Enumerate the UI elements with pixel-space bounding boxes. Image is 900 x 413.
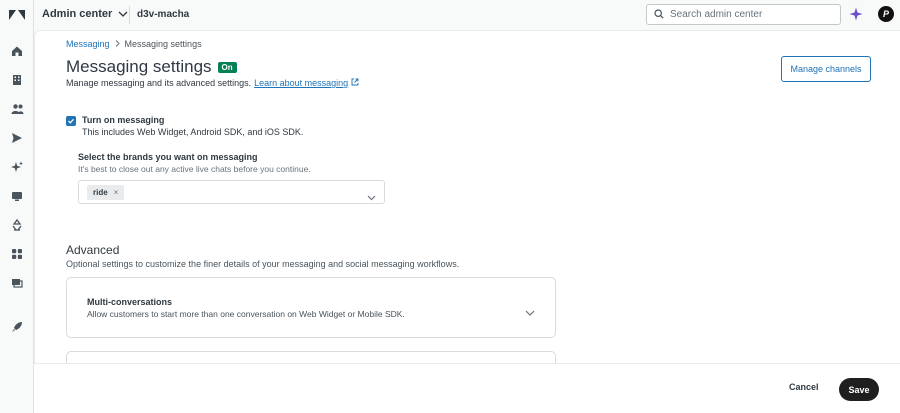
chevron-down-icon[interactable]: [367, 188, 376, 201]
sidebar: [0, 0, 34, 413]
send-icon[interactable]: [10, 131, 24, 145]
brands-hint: It's best to close out any active live c…: [78, 164, 311, 174]
chevron-right-icon: [115, 39, 120, 49]
monitor-icon[interactable]: [10, 189, 24, 203]
external-link-icon: [351, 78, 359, 88]
product-label: Admin center: [42, 8, 113, 20]
rocket-icon[interactable]: [10, 320, 24, 334]
account-name: d3v-macha: [137, 9, 190, 20]
turn-on-messaging-checkbox[interactable]: [66, 116, 76, 126]
breadcrumb: Messaging Messaging settings: [66, 39, 202, 49]
status-badge: On: [217, 61, 237, 73]
search-box[interactable]: [646, 4, 841, 25]
brand-multiselect[interactable]: ride ×: [78, 180, 385, 204]
recycle-icon[interactable]: [10, 218, 24, 232]
brands-label: Select the brands you want on messaging: [78, 152, 258, 162]
advanced-section-title: Advanced: [66, 243, 120, 257]
search-icon: [654, 6, 664, 24]
top-bar: Admin center d3v-macha P: [34, 0, 900, 30]
avatar-initial: P: [882, 9, 889, 19]
turn-on-messaging-hint: This includes Web Widget, Android SDK, a…: [82, 127, 304, 137]
breadcrumb-messaging-link[interactable]: Messaging: [66, 39, 110, 49]
home-icon[interactable]: [10, 44, 24, 58]
advanced-section-hint: Optional settings to customize the finer…: [66, 259, 460, 269]
manage-channels-button[interactable]: Manage channels: [781, 56, 871, 82]
apps-grid-icon[interactable]: [10, 247, 24, 261]
chevron-down-icon: [118, 8, 128, 20]
turn-on-messaging-checkbox-row[interactable]: Turn on messaging: [66, 115, 164, 126]
search-input[interactable]: [670, 9, 830, 20]
turn-on-messaging-label: Turn on messaging: [82, 115, 165, 125]
footer-bar: Cancel Save: [34, 363, 900, 413]
collapsed-settings-card[interactable]: [66, 351, 556, 363]
building-icon[interactable]: [10, 73, 24, 87]
multi-conversations-card[interactable]: Multi-conversations Allow customers to s…: [66, 277, 556, 338]
ai-sparkle-icon[interactable]: [849, 7, 863, 21]
brand-tag: ride ×: [87, 185, 125, 200]
avatar[interactable]: P: [878, 6, 894, 22]
page-title: Messaging settings: [66, 57, 212, 76]
subtitle-text: Manage messaging and its advanced settin…: [66, 78, 252, 88]
main-panel: Messaging Messaging settings Messaging s…: [34, 30, 900, 363]
brand-tag-label: ride: [93, 188, 108, 197]
cancel-button[interactable]: Cancel: [789, 382, 819, 392]
breadcrumb-current: Messaging settings: [124, 39, 202, 49]
learn-about-messaging-link[interactable]: Learn about messaging: [254, 78, 348, 88]
workspace-icon[interactable]: [10, 276, 24, 290]
product-switcher[interactable]: Admin center: [42, 8, 128, 20]
divider: [129, 6, 130, 24]
people-icon[interactable]: [10, 102, 24, 116]
remove-brand-icon[interactable]: ×: [114, 188, 119, 197]
card-description: Allow customers to start more than one c…: [87, 309, 405, 319]
chevron-down-icon[interactable]: [525, 303, 535, 316]
zendesk-logo-icon[interactable]: [8, 7, 26, 23]
save-button[interactable]: Save: [839, 378, 879, 401]
title-row: Messaging settings On: [66, 57, 237, 77]
card-title: Multi-conversations: [87, 297, 173, 307]
sparkle-icon[interactable]: [10, 160, 24, 174]
page-subtitle: Manage messaging and its advanced settin…: [66, 78, 359, 88]
